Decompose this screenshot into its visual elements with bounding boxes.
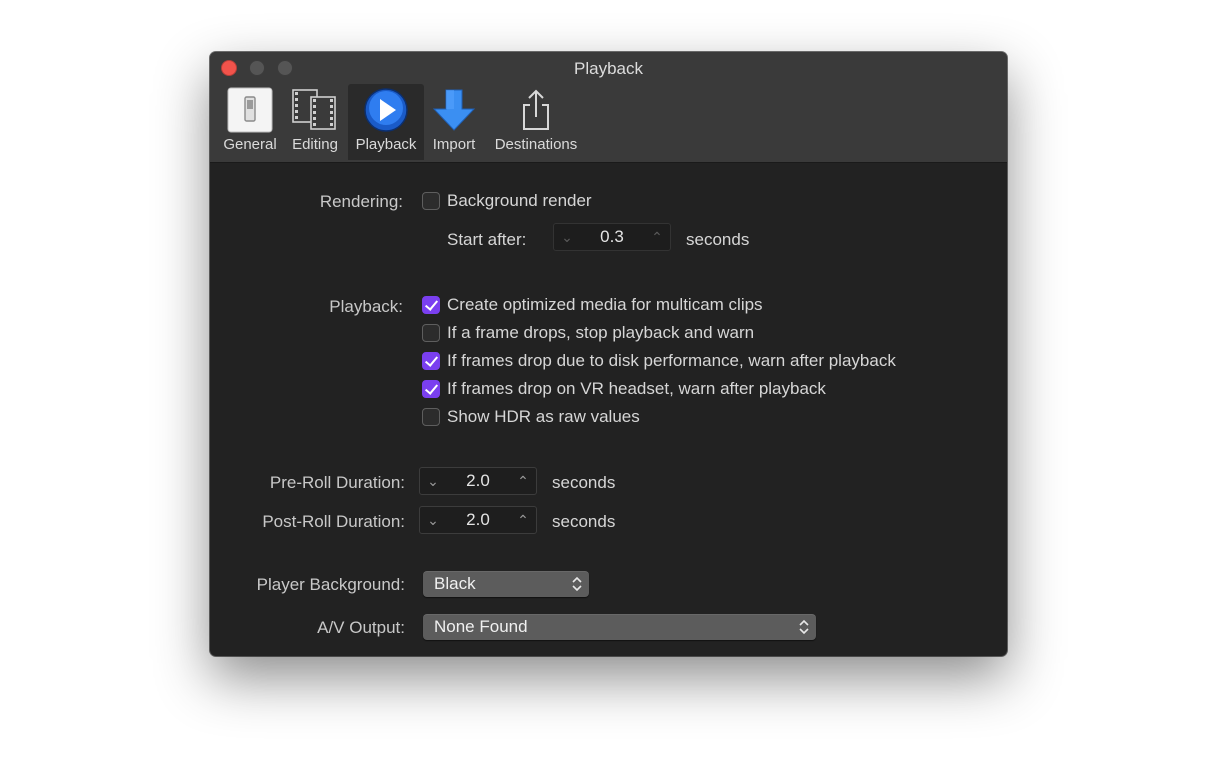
post-roll-label: Post-Roll Duration: xyxy=(262,512,405,531)
optimized-media-checkbox[interactable] xyxy=(422,296,440,314)
pre-roll-label: Pre-Roll Duration: xyxy=(269,473,405,492)
pre-roll-unit: seconds xyxy=(552,473,616,492)
hdr-raw-values-checkbox[interactable] xyxy=(422,408,440,426)
window-title: Playback xyxy=(574,59,643,78)
film-frames-icon xyxy=(292,89,336,130)
titlebar-toolbar: Playback General Editing Playback Import… xyxy=(210,52,1007,163)
vr-headset-warn-label: If frames drop on VR headset, warn after… xyxy=(447,379,826,398)
increment-icon[interactable]: ⌃ xyxy=(510,507,536,533)
start-after-value[interactable]: 0.3 xyxy=(580,227,644,247)
decrement-icon[interactable]: ⌄ xyxy=(554,224,580,250)
background-render-checkbox[interactable] xyxy=(422,192,440,210)
decrement-icon[interactable]: ⌄ xyxy=(420,507,446,533)
pre-roll-value[interactable]: 2.0 xyxy=(446,471,510,491)
hdr-raw-values-label: Show HDR as raw values xyxy=(447,407,640,426)
optimized-media-label: Create optimized media for multicam clip… xyxy=(447,295,763,314)
player-background-label: Player Background: xyxy=(256,575,405,594)
player-background-value: Black xyxy=(434,574,476,593)
tab-destinations-label: Destinations xyxy=(494,136,578,153)
vr-headset-warn-checkbox[interactable] xyxy=(422,380,440,398)
increment-icon[interactable]: ⌃ xyxy=(510,468,536,494)
start-after-label: Start after: xyxy=(447,230,527,249)
disk-performance-warn-label: If frames drop due to disk performance, … xyxy=(447,351,896,370)
player-background-popup[interactable]: Black xyxy=(423,571,589,597)
tab-playback[interactable]: Playback xyxy=(348,84,424,160)
preferences-window: Playback General Editing Playback Import… xyxy=(210,52,1007,656)
post-roll-value[interactable]: 2.0 xyxy=(446,510,510,530)
decrement-icon[interactable]: ⌄ xyxy=(420,468,446,494)
play-circle-icon xyxy=(364,88,408,132)
frame-drop-stop-label: If a frame drops, stop playback and warn xyxy=(447,323,755,342)
av-output-value: None Found xyxy=(434,617,528,636)
down-arrow-icon xyxy=(432,89,476,131)
playback-label: Playback: xyxy=(329,297,403,316)
av-output-popup[interactable]: None Found xyxy=(423,614,816,640)
start-after-unit: seconds xyxy=(686,230,750,249)
post-roll-stepper[interactable]: ⌄ 2.0 ⌃ xyxy=(419,506,537,534)
disk-performance-warn-checkbox[interactable] xyxy=(422,352,440,370)
up-down-chevron-icon xyxy=(799,619,809,635)
frame-drop-stop-checkbox[interactable] xyxy=(422,324,440,342)
tab-general[interactable]: General xyxy=(220,84,280,160)
tab-import[interactable]: Import xyxy=(426,84,482,160)
tab-import-label: Import xyxy=(432,136,476,153)
tab-general-label: General xyxy=(223,136,277,153)
av-output-label: A/V Output: xyxy=(317,618,405,637)
start-after-stepper[interactable]: ⌄ 0.3 ⌃ xyxy=(553,223,671,251)
tab-destinations[interactable]: Destinations xyxy=(488,84,584,160)
up-down-chevron-icon xyxy=(572,576,582,592)
tab-playback-label: Playback xyxy=(355,136,417,153)
rendering-label: Rendering: xyxy=(319,192,403,211)
toggle-switch-icon xyxy=(227,87,273,133)
tab-editing[interactable]: Editing xyxy=(285,84,345,160)
post-roll-unit: seconds xyxy=(552,512,616,531)
increment-icon[interactable]: ⌃ xyxy=(644,224,670,250)
background-render-label: Background render xyxy=(447,191,592,210)
pre-roll-stepper[interactable]: ⌄ 2.0 ⌃ xyxy=(419,467,537,495)
share-icon xyxy=(523,89,549,130)
playback-settings-pane: Rendering: Background render Start after… xyxy=(210,163,1007,656)
tab-editing-label: Editing xyxy=(292,136,338,153)
